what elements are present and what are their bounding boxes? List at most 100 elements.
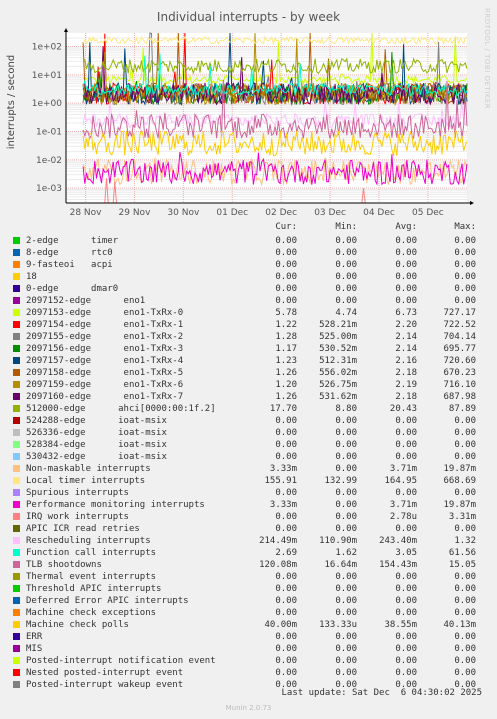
legend-min-value: 110.90m [319, 536, 357, 546]
legend-row: 18 0.00 0.00 0.00 0.00 [0, 271, 497, 283]
legend-min-value: 0.00 [335, 668, 357, 678]
legend-avg-value: 0.00 [395, 272, 417, 282]
legend-series-name: 2097153-edge eno1-TxRx-0 [26, 308, 184, 318]
legend-row: 8-edge rtc0 0.00 0.00 0.00 0.00 [0, 247, 497, 259]
legend-cur-value: 1.22 [275, 320, 297, 330]
legend-row: Rescheduling interrupts 214.49m 110.90m 243… [0, 535, 497, 547]
legend-swatch [13, 393, 20, 400]
legend-min-value: 0.00 [335, 488, 357, 498]
legend-max-value: 727.17 [443, 308, 476, 318]
legend-avg-value: 0.00 [395, 284, 417, 294]
legend-series-name: 2097159-edge eno1-TxRx-6 [26, 380, 184, 390]
legend-cur-value: 0.00 [275, 584, 297, 594]
legend-max-value: 40.13m [443, 620, 476, 630]
legend-min-value: 0.00 [335, 572, 357, 582]
y-axis-arrow [64, 28, 68, 32]
legend-swatch [13, 405, 20, 412]
legend-swatch [13, 273, 20, 280]
legend-row: ERR 0.00 0.00 0.00 0.00 [0, 631, 497, 643]
legend-max-value: 0.00 [454, 488, 476, 498]
legend-row: APIC ICR read retries 0.00 0.00 0.00 0.00 [0, 523, 497, 535]
legend-cur-value: 1.28 [275, 332, 297, 342]
legend-series-name: 2097157-edge eno1-TxRx-4 [26, 356, 184, 366]
legend-min-value: 530.52m [319, 344, 357, 354]
legend-cur-value: 2.69 [275, 548, 297, 558]
legend-min-value: 0.00 [335, 416, 357, 426]
y-tick-label: 1e-01 [36, 128, 62, 138]
legend-series-name: 2097154-edge eno1-TxRx-1 [26, 320, 184, 330]
legend-max-value: 0.00 [454, 428, 476, 438]
legend-min-value: 0.00 [335, 236, 357, 246]
legend-series-name: Local timer interrupts [26, 476, 146, 486]
legend-series-name: IRQ work interrupts [26, 512, 129, 522]
legend-row: 2097159-edge eno1-TxRx-6 1.20 526.75m 2.19 7… [0, 379, 497, 391]
legend-avg-value: 38.55m [384, 620, 417, 630]
legend-swatch [13, 645, 20, 652]
legend-avg-value: 6.73 [395, 308, 417, 318]
legend-cur-value: 155.91 [264, 476, 297, 486]
legend-max-value: 19.87m [443, 500, 476, 510]
legend-cur-value: 0.00 [275, 260, 297, 270]
legend-row: Machine check exceptions 0.00 0.00 0.00 0.00 [0, 607, 497, 619]
legend-cur-value: 0.00 [275, 428, 297, 438]
y-tick-label: 1e+02 [32, 43, 62, 53]
legend-cur-value: 0.00 [275, 632, 297, 642]
y-tick-label: 1e+00 [32, 99, 63, 109]
legend-max-value: 0.00 [454, 284, 476, 294]
legend-series-name: Rescheduling interrupts [26, 536, 151, 546]
legend-row: Threshold APIC interrupts 0.00 0.00 0.00 0.0… [0, 583, 497, 595]
legend-min-value: 526.75m [319, 380, 357, 390]
legend-series-name: 2097155-edge eno1-TxRx-2 [26, 332, 184, 342]
legend-min-value: 0.00 [335, 452, 357, 462]
legend-series-name: 18 [26, 272, 37, 282]
legend-min-value: 0.00 [335, 644, 357, 654]
legend-cur-value: 0.00 [275, 284, 297, 294]
legend-row: 2097153-edge eno1-TxRx-0 5.78 4.74 6.73 727.… [0, 307, 497, 319]
legend-max-value: 687.98 [443, 392, 476, 402]
legend-max-value: 3.31m [448, 512, 476, 522]
legend-series-name: Threshold APIC interrupts [26, 584, 162, 594]
legend-series-name: Machine check polls [26, 620, 129, 630]
legend-min-value: 8.80 [335, 404, 357, 414]
legend-row: 2097158-edge eno1-TxRx-5 1.26 556.02m 2.18 6… [0, 367, 497, 379]
legend-swatch [13, 429, 20, 436]
legend-max-value: 19.87m [443, 464, 476, 474]
legend-swatch [13, 237, 20, 244]
legend-min-value: 0.00 [335, 500, 357, 510]
legend-max-value: 0.00 [454, 608, 476, 618]
legend-min-value: 4.74 [335, 308, 357, 318]
legend-series-name: 530432-edge ioat-msix [26, 452, 167, 462]
legend-series-name: 2097152-edge eno1 [26, 296, 146, 306]
legend-swatch [13, 441, 20, 448]
legend-avg-value: 0.00 [395, 248, 417, 258]
legend-row: 2097156-edge eno1-TxRx-3 1.17 530.52m 2.14 6… [0, 343, 497, 355]
legend-cur-value: 0.00 [275, 596, 297, 606]
legend-row: Spurious interrupts 0.00 0.00 0.00 0.00 [0, 487, 497, 499]
legend-series-name: Function call interrupts [26, 548, 157, 558]
legend-cur-value: 0.00 [275, 416, 297, 426]
legend-min-value: 0.00 [335, 284, 357, 294]
x-tick-label: 28 Nov [70, 208, 103, 218]
legend-series-name: Performance monitoring interrupts [26, 500, 205, 510]
legend-max-value: 87.89 [448, 404, 476, 414]
x-tick-label: 02 Dec [265, 208, 297, 218]
x-tick-label: 01 Dec [216, 208, 248, 218]
legend-cur-value: 1.23 [275, 356, 297, 366]
legend-max-value: 1.32 [454, 536, 476, 546]
legend-series-name: 528384-edge ioat-msix [26, 440, 167, 450]
legend-min-value: 132.99 [324, 476, 357, 486]
legend-swatch [13, 669, 20, 676]
legend-series-name: APIC ICR read retries [26, 524, 140, 534]
legend-row: Function call interrupts 2.69 1.62 3.05 61.5… [0, 547, 497, 559]
legend-row: 526336-edge ioat-msix 0.00 0.00 0.00 0.00 [0, 427, 497, 439]
legend-max-value: 0.00 [454, 632, 476, 642]
legend-row: MIS 0.00 0.00 0.00 0.00 [0, 643, 497, 655]
legend-series-name: 2097156-edge eno1-TxRx-3 [26, 344, 184, 354]
legend-swatch [13, 465, 20, 472]
legend-max-value: 670.23 [443, 368, 476, 378]
legend-avg-value: 0.00 [395, 524, 417, 534]
legend-swatch [13, 333, 20, 340]
last-update: Last update: Sat Dec 6 04:30:02 2025 [281, 688, 482, 698]
legend-series-name: 512000-edge ahci[0000:00:1f.2] [26, 404, 216, 414]
legend-min-value: 0.00 [335, 632, 357, 642]
